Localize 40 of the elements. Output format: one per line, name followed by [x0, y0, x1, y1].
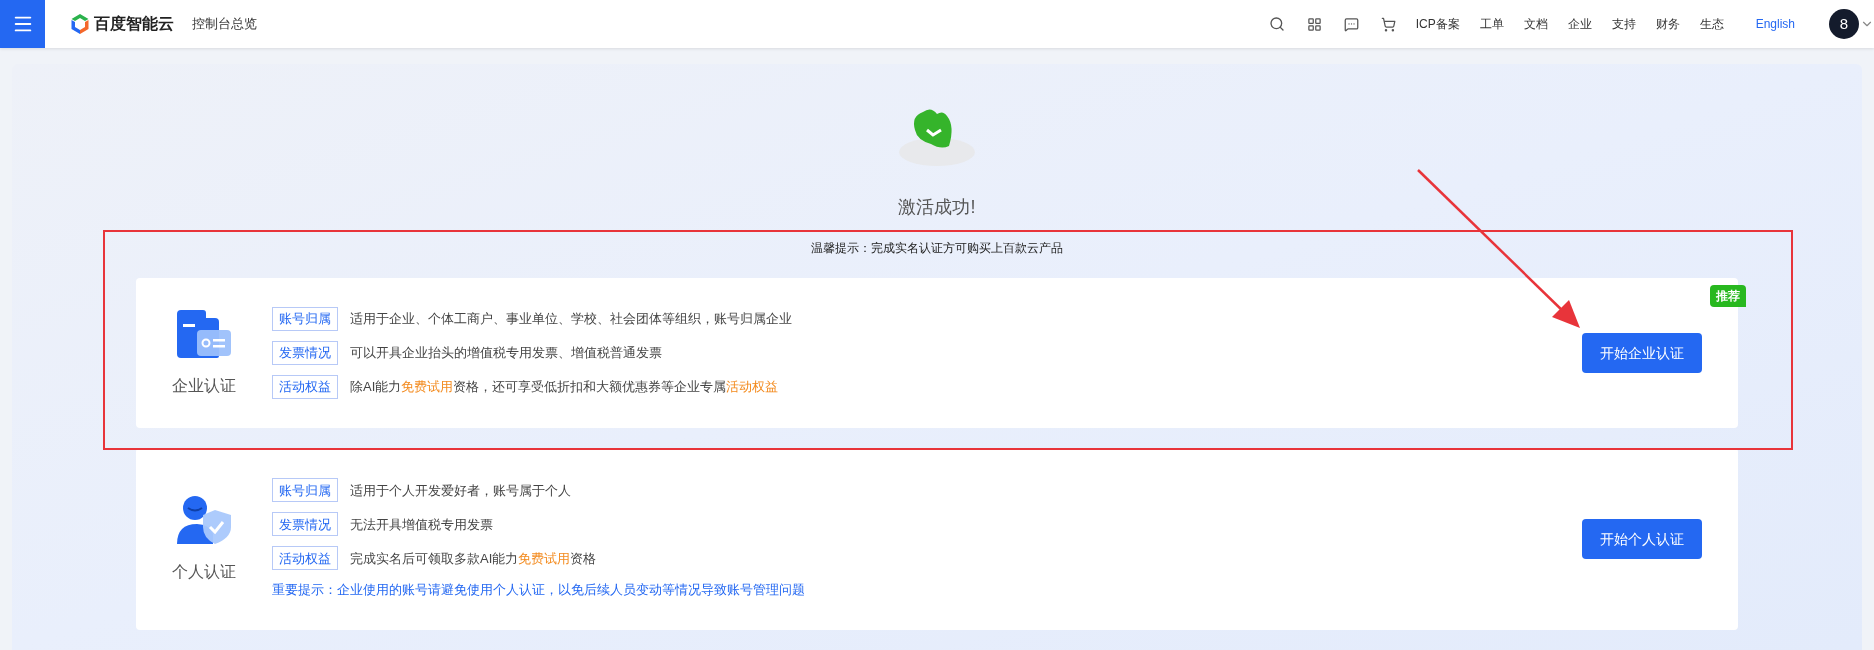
page-title: 控制台总览: [192, 15, 257, 34]
nav-link[interactable]: 生态: [1699, 15, 1724, 33]
message-icon[interactable]: [1343, 16, 1359, 32]
info-text: 无法开具增值税专用发票: [350, 515, 493, 534]
card-title: 企业认证: [172, 376, 236, 396]
start-personal-verification-button[interactable]: 开始个人认证: [1582, 519, 1702, 559]
id-card-folder-icon: [175, 308, 233, 360]
grid-icon[interactable]: [1306, 16, 1322, 32]
logo-icon: [70, 13, 90, 35]
info-text: 适用于企业、个体工商户、事业单位、学校、社会团体等组织，账号归属企业: [350, 310, 792, 329]
success-title: 激活成功!: [898, 196, 976, 219]
user-shield-icon: [175, 494, 233, 546]
nav-link[interactable]: ICP备案: [1415, 15, 1460, 33]
language-link[interactable]: English: [1755, 15, 1795, 33]
cloud-check-icon: [897, 106, 977, 168]
start-enterprise-verification-button[interactable]: 开始企业认证: [1582, 333, 1702, 373]
info-tag: 发票情况: [272, 341, 338, 365]
info-text: 可以开具企业抬头的增值税专用发票、增值税普通发票: [350, 344, 662, 363]
info-tag: 账号归属: [272, 478, 338, 503]
info-text: 完成实名后可领取多款AI能力免费试用资格: [350, 549, 597, 568]
info-tag: 活动权益: [272, 375, 338, 399]
info-tag: 账号归属: [272, 307, 338, 331]
menu-button[interactable]: [0, 0, 45, 48]
info-text: 适用于个人开发爱好者，账号属于个人: [350, 481, 571, 500]
info-text: 除AI能力免费试用资格，还可享受低折扣和大额优惠券等企业专属活动权益: [350, 378, 779, 397]
cart-icon[interactable]: [1380, 16, 1396, 32]
nav-link[interactable]: 企业: [1567, 15, 1592, 33]
avatar[interactable]: 8: [1829, 9, 1859, 39]
brand-name[interactable]: 百度智能云: [94, 12, 174, 36]
nav-link[interactable]: 文档: [1523, 15, 1548, 33]
nav-link[interactable]: 工单: [1479, 15, 1504, 33]
card-title: 个人认证: [172, 562, 236, 582]
search-icon[interactable]: [1268, 16, 1285, 32]
nav-link[interactable]: 财务: [1655, 15, 1680, 33]
recommended-badge: 推荐: [1710, 285, 1746, 307]
info-tag: 活动权益: [272, 546, 338, 571]
info-tag: 发票情况: [272, 512, 338, 537]
nav-link[interactable]: 支持: [1611, 15, 1636, 33]
tip-text: 温馨提示：完成实名认证方可购买上百款云产品: [811, 240, 1063, 257]
important-note: 重要提示：企业使用的账号请避免使用个人认证，以免后续人员变动等情况导致账号管理问题: [272, 581, 806, 600]
